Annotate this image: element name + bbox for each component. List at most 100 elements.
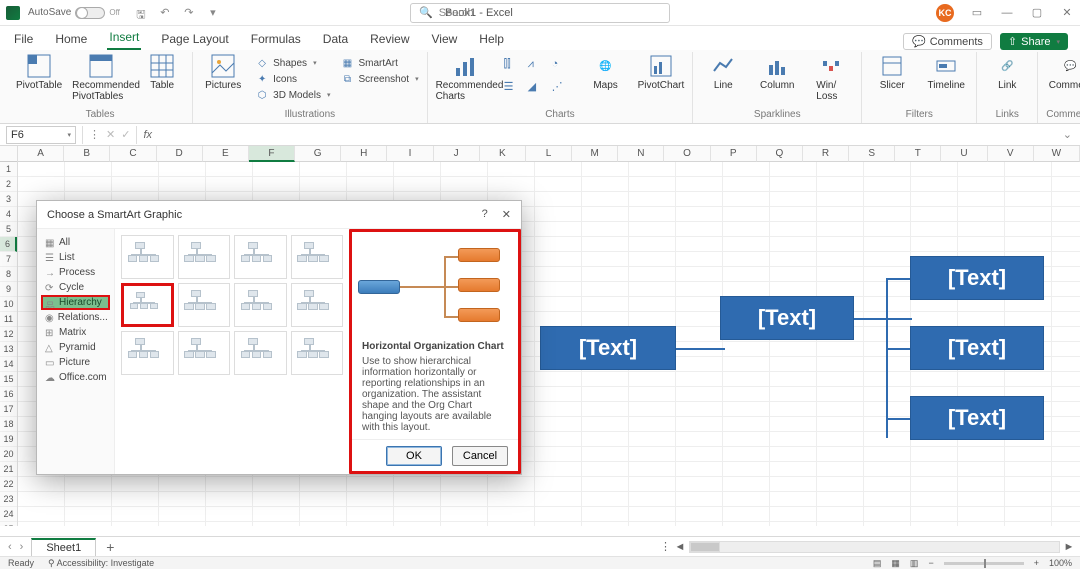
row-header-2[interactable]: 2 [0, 177, 17, 192]
col-header-E[interactable]: E [203, 146, 249, 162]
tab-help[interactable]: Help [477, 30, 506, 50]
row-header-24[interactable]: 24 [0, 507, 17, 522]
category-all[interactable]: ▦All [41, 235, 110, 250]
maps-button[interactable]: 🌐Maps [584, 54, 628, 91]
timeline-button[interactable]: Timeline [924, 54, 968, 91]
view-page-break-icon[interactable]: ▥ [910, 558, 919, 569]
pivottable-button[interactable]: PivotTable [16, 54, 62, 91]
smartart-button[interactable]: ▦SmartArt [340, 56, 418, 70]
sheet-nav-next-icon[interactable]: › [20, 541, 24, 553]
row-header-23[interactable]: 23 [0, 492, 17, 507]
smartart-node-leaf-2[interactable]: [Text] [910, 326, 1044, 370]
name-box[interactable]: F6▾ [6, 126, 76, 144]
layout-thumb-10[interactable] [234, 331, 287, 375]
zoom-slider[interactable] [944, 562, 1024, 565]
row-header-4[interactable]: 4 [0, 207, 17, 222]
scrollbar-track[interactable] [689, 541, 1060, 553]
recommended-charts-button[interactable]: Recommended Charts [436, 54, 494, 102]
col-header-L[interactable]: L [526, 146, 572, 162]
layout-thumb-2[interactable] [234, 235, 287, 279]
layout-thumb-7[interactable] [291, 283, 344, 327]
maximize-icon[interactable]: ▢ [1030, 6, 1044, 19]
row-header-20[interactable]: 20 [0, 447, 17, 462]
3d-models-button[interactable]: ⬡3D Models▾ [255, 88, 330, 102]
formula-dropdown-icon[interactable]: ⋮ [89, 128, 100, 141]
redo-icon[interactable]: ↷ [182, 6, 196, 20]
category-officecom[interactable]: ☁Office.com [41, 370, 110, 385]
share-button[interactable]: ⇧Share▾ [1000, 33, 1068, 50]
minimize-icon[interactable]: — [1000, 7, 1014, 19]
tab-home[interactable]: Home [53, 30, 89, 50]
recommended-pivottables-button[interactable]: Recommended PivotTables [72, 54, 130, 102]
row-header-19[interactable]: 19 [0, 432, 17, 447]
tab-review[interactable]: Review [368, 30, 411, 50]
col-header-G[interactable]: G [295, 146, 341, 162]
col-header-F[interactable]: F [249, 146, 295, 162]
col-header-M[interactable]: M [572, 146, 618, 162]
close-icon[interactable]: ✕ [1060, 6, 1074, 19]
scroll-right-icon[interactable]: ► [1062, 541, 1076, 553]
col-header-P[interactable]: P [711, 146, 757, 162]
ribbon-display-icon[interactable]: ▭ [970, 6, 984, 19]
row-header-6[interactable]: 6 [0, 237, 17, 252]
scrollbar-thumb[interactable] [690, 542, 720, 552]
ok-button[interactable]: OK [386, 446, 442, 466]
zoom-in-icon[interactable]: + [1034, 558, 1039, 568]
pictures-button[interactable]: Pictures [201, 54, 245, 91]
category-matrix[interactable]: ⊞Matrix [41, 325, 110, 340]
chart-scatter-icon[interactable]: ⋰ [552, 80, 574, 100]
comment-button[interactable]: 💬Comment [1048, 54, 1080, 91]
col-header-O[interactable]: O [664, 146, 710, 162]
tab-data[interactable]: Data [321, 30, 350, 50]
dialog-titlebar[interactable]: Choose a SmartArt Graphic ? ✕ [37, 201, 521, 229]
smartart-graphic[interactable]: [Text] [Text] [Text] [Text] [Text] [540, 256, 1060, 456]
row-header-3[interactable]: 3 [0, 192, 17, 207]
save-icon[interactable]: 🖫 [134, 6, 148, 20]
search-input[interactable]: 🔍 Search [410, 3, 670, 23]
row-header-7[interactable]: 7 [0, 252, 17, 267]
slicer-button[interactable]: Slicer [870, 54, 914, 91]
sheet-nav-prev-icon[interactable]: ‹ [8, 541, 12, 553]
col-header-I[interactable]: I [387, 146, 433, 162]
chart-bar-icon[interactable]: ☰ [504, 80, 526, 100]
layout-thumb-8[interactable] [121, 331, 174, 375]
col-header-K[interactable]: K [480, 146, 526, 162]
col-header-U[interactable]: U [941, 146, 987, 162]
row-header-18[interactable]: 18 [0, 417, 17, 432]
layout-thumb-6[interactable] [234, 283, 287, 327]
comments-button[interactable]: 💬Comments [903, 33, 992, 50]
col-header-N[interactable]: N [618, 146, 664, 162]
col-header-J[interactable]: J [434, 146, 480, 162]
shapes-button[interactable]: ◇Shapes▾ [255, 56, 330, 70]
link-button[interactable]: 🔗Link [985, 54, 1029, 91]
sheet-tab-sheet1[interactable]: Sheet1 [31, 538, 96, 556]
expand-formula-bar-icon[interactable]: ⌄ [1055, 128, 1080, 141]
layout-thumb-4[interactable] [121, 283, 174, 327]
col-header-C[interactable]: C [110, 146, 156, 162]
row-header-14[interactable]: 14 [0, 357, 17, 372]
col-header-B[interactable]: B [64, 146, 110, 162]
layout-thumb-5[interactable] [178, 283, 231, 327]
screenshot-button[interactable]: ⧉Screenshot▾ [340, 72, 418, 86]
autosave-toggle[interactable]: AutoSave Off [28, 7, 120, 19]
smartart-node-assistant[interactable]: [Text] [720, 296, 854, 340]
col-header-S[interactable]: S [849, 146, 895, 162]
undo-icon[interactable]: ↶ [158, 6, 172, 20]
sparkline-winloss-button[interactable]: Win/ Loss [809, 54, 853, 102]
category-relationship[interactable]: ◉Relations... [41, 310, 110, 325]
category-process[interactable]: →Process [41, 265, 110, 280]
row-header-21[interactable]: 21 [0, 462, 17, 477]
column-headers[interactable]: ABCDEFGHIJKLMNOPQRSTUVW [18, 146, 1080, 162]
sparkline-line-button[interactable]: Line [701, 54, 745, 91]
table-button[interactable]: Table [140, 54, 184, 91]
row-headers[interactable]: 1234567891011121314151617181920212223242… [0, 146, 18, 526]
smartart-node-root[interactable]: [Text] [540, 326, 676, 370]
zoom-out-icon[interactable]: − [928, 558, 933, 568]
col-header-W[interactable]: W [1034, 146, 1080, 162]
category-list-cat[interactable]: ☰List [41, 250, 110, 265]
chart-line-icon[interactable]: ⩘ [528, 58, 550, 78]
autosave-pill-icon[interactable] [75, 7, 105, 19]
fx-icon[interactable]: fx [143, 129, 152, 141]
row-header-8[interactable]: 8 [0, 267, 17, 282]
tab-page-layout[interactable]: Page Layout [159, 30, 230, 50]
